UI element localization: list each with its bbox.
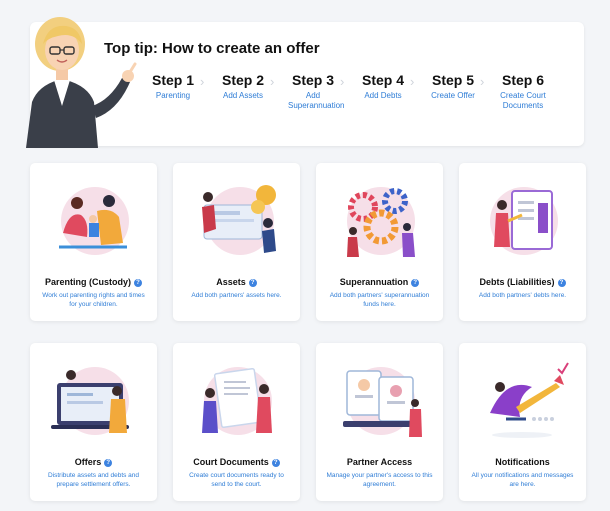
profiles-illustration — [343, 367, 422, 437]
card-title: Superannuation? — [316, 277, 443, 287]
card-description: All your notifications and messages are … — [471, 472, 574, 488]
help-icon[interactable]: ? — [104, 459, 113, 467]
card-title: Assets? — [173, 277, 300, 287]
card-description: Add both partners' assets here. — [191, 292, 282, 299]
card-offers[interactable]: Offers? Distribute assets and debts and … — [30, 343, 157, 501]
card-partner-access[interactable]: Partner Access Manage your partner's acc… — [316, 343, 443, 501]
card-title: Parenting (Custody)? — [30, 277, 157, 287]
step-label: Create Offer — [431, 91, 475, 100]
family-illustration — [59, 187, 129, 255]
step-number: Step 5 — [431, 72, 474, 88]
card-notifications[interactable]: Notifications All your notifications and… — [459, 343, 586, 501]
chevron-right-icon: › — [200, 74, 205, 89]
step-number: Step 6 — [501, 72, 544, 88]
gears-illustration — [347, 187, 415, 257]
step-number: Step 3 — [291, 72, 334, 88]
card-title: Notifications — [495, 457, 550, 467]
help-icon[interactable]: ? — [248, 279, 257, 287]
help-icon[interactable]: ? — [271, 459, 280, 467]
step-number: Step 1 — [151, 72, 194, 88]
card-title: Debts (Liabilities)? — [459, 277, 586, 287]
step-1[interactable]: Step 1 Parenting — [136, 72, 210, 101]
mascot-woman-illustration — [26, 17, 137, 148]
chevron-right-icon: › — [270, 74, 275, 89]
card-superannuation[interactable]: Superannuation? Add both partners' super… — [316, 163, 443, 321]
step-4[interactable]: Step 4 Add Debts — [346, 72, 420, 101]
steps-bar: Step 1 Parenting › Step 2 Add Assets › S… — [136, 72, 576, 116]
step-5[interactable]: Step 5 Create Offer — [416, 72, 490, 101]
assets-illustration — [202, 185, 276, 255]
help-icon[interactable]: ? — [411, 279, 420, 287]
step-3[interactable]: Step 3 Add Superannuation — [276, 72, 350, 111]
step-6[interactable]: Step 6 Create Court Documents — [486, 72, 560, 111]
card-title: Court Documents? — [173, 457, 300, 467]
documents-illustration — [202, 367, 272, 435]
card-description: Add both partners' superannuation funds … — [329, 292, 430, 308]
help-icon[interactable]: ? — [557, 279, 566, 287]
offers-illustration — [51, 367, 129, 435]
chevron-right-icon: › — [480, 74, 485, 89]
card-parenting[interactable]: Parenting (Custody)? Work out parenting … — [30, 163, 157, 321]
chevron-right-icon: › — [410, 74, 415, 89]
card-description: Create court documents ready to send to … — [189, 472, 284, 488]
chevron-right-icon: › — [340, 74, 345, 89]
card-court-documents[interactable]: Court Documents? Create court documents … — [173, 343, 300, 501]
card-description: Add both partners' debts here. — [478, 292, 567, 299]
card-description: Work out parenting rights and times for … — [42, 292, 145, 308]
step-label: Add Superannuation — [288, 91, 345, 110]
card-description: Manage your partner's access to this agr… — [326, 472, 433, 488]
step-label: Create Court Documents — [500, 91, 546, 110]
step-number: Step 4 — [361, 72, 404, 88]
card-assets[interactable]: Assets? Add both partners' assets here. — [173, 163, 300, 321]
debts-illustration — [490, 187, 558, 255]
step-label: Add Assets — [222, 91, 264, 100]
card-title: Partner Access — [346, 457, 413, 467]
step-2[interactable]: Step 2 Add Assets — [206, 72, 280, 101]
card-description: Distribute assets and debts and prepare … — [47, 472, 140, 488]
step-number: Step 2 — [221, 72, 264, 88]
step-label: Add Debts — [364, 91, 402, 100]
step-label: Parenting — [155, 91, 191, 100]
help-icon[interactable]: ? — [134, 279, 142, 287]
card-debts[interactable]: Debts (Liabilities)? Add both partners' … — [459, 163, 586, 321]
card-title: Offers? — [30, 457, 157, 467]
notifications-illustration — [490, 362, 569, 438]
